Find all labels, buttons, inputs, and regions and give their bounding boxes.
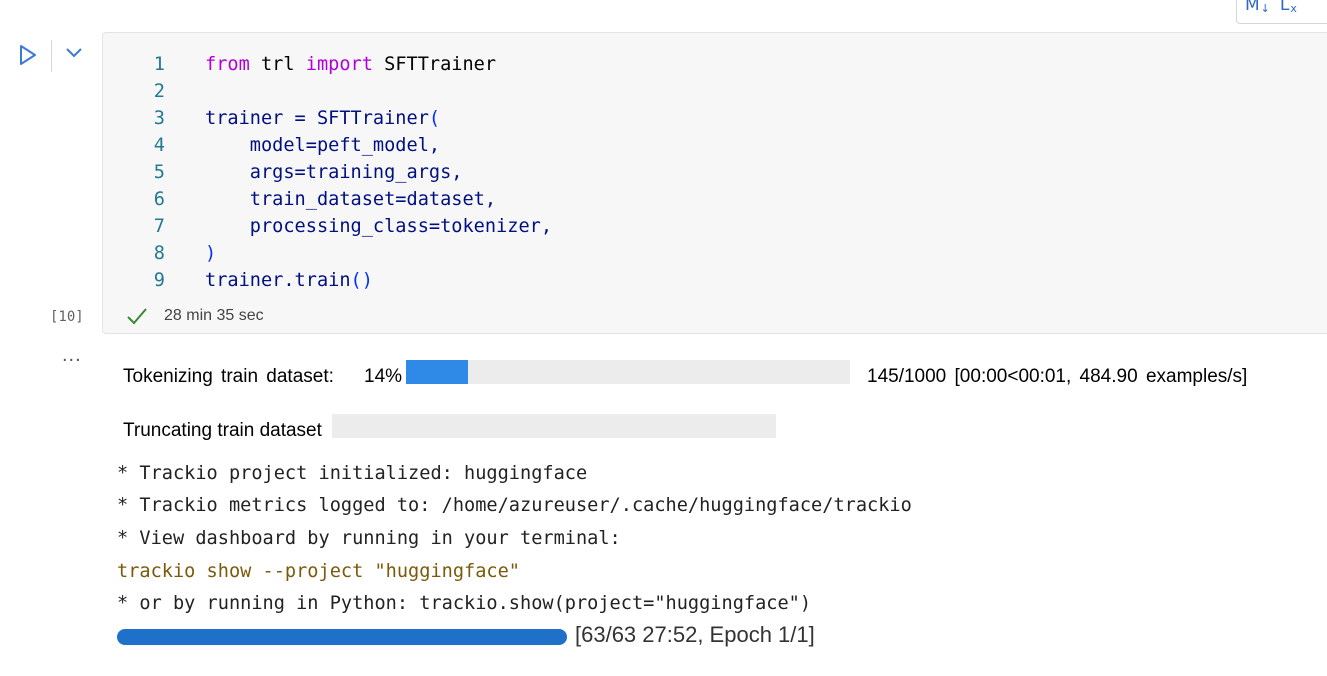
latex-button[interactable]: Lx (1280, 0, 1297, 23)
code-line: 8) (103, 240, 216, 267)
tokenizing-progress-fill (406, 360, 469, 384)
line-number: 4 (153, 135, 165, 156)
gutter-separator (51, 40, 52, 72)
execution-status: 28 min 35 sec (126, 306, 264, 326)
module-name: trl (249, 54, 306, 75)
tokenizing-label: Tokenizing train dataset: (123, 366, 334, 387)
training-progress-fill (117, 629, 567, 645)
keyword-import: import (305, 54, 373, 75)
output-more-icon[interactable]: ... (62, 344, 82, 367)
open-paren: ( (428, 108, 441, 129)
cell-toolbar: M ↓ Lx (1236, 0, 1327, 24)
trackio-command: trackio show --project "huggingface" (117, 561, 520, 582)
run-cell-icon[interactable] (18, 44, 38, 66)
execution-count: [10] (50, 309, 84, 325)
trainer-assignment: trainer = SFTTrainer (205, 108, 429, 129)
code-line: 4 model=peft_model, (103, 132, 440, 159)
arg-processing-class: processing_class=tokenizer, (205, 216, 553, 237)
arg-args: args=training_args, (205, 162, 463, 183)
latex-label: L (1279, 0, 1290, 15)
line-number: 1 (153, 54, 165, 75)
tokenizing-stats: 145/1000 [00:00<00:01, 484.90 examples/s… (867, 366, 1248, 387)
code-line: 1 from trl import SFTTrainer (103, 51, 496, 78)
line-number: 9 (153, 270, 165, 291)
log-line: * View dashboard by running in your term… (117, 528, 621, 549)
line-number: 8 (153, 243, 165, 264)
execution-duration: 28 min 35 sec (164, 307, 264, 324)
log-line: * Trackio project initialized: huggingfa… (117, 463, 588, 484)
line-number: 5 (153, 162, 165, 183)
chevron-down-icon[interactable] (64, 46, 84, 60)
code-line: 2 (103, 78, 205, 105)
tokenizing-progress-track (406, 360, 850, 384)
latex-sub: x (1290, 2, 1297, 15)
code-editor[interactable]: 1 from trl import SFTTrainer 2 3 trainer =… (102, 32, 1327, 334)
markdown-label: M (1245, 0, 1260, 15)
line-number: 2 (153, 81, 165, 102)
imported-class: SFTTrainer (372, 54, 497, 75)
code-line: 3 trainer = SFTTrainer( (103, 105, 440, 132)
keyword-from: from (205, 54, 250, 75)
tokenizing-percent: 14% (364, 366, 403, 387)
line-number: 7 (153, 216, 165, 237)
close-paren: ) (205, 243, 217, 264)
log-line: * Trackio metrics logged to: /home/azure… (117, 495, 912, 516)
log-line: * or by running in Python: trackio.show(… (117, 593, 812, 614)
arg-train-dataset: train_dataset=dataset, (205, 189, 497, 210)
truncating-progress-track (332, 414, 776, 438)
code-line: 9 trainer.train() (103, 267, 373, 294)
code-line: 5 args=training_args, (103, 159, 463, 186)
line-number: 6 (153, 189, 165, 210)
training-progress-label: [63/63 27:52, Epoch 1/1] (575, 622, 815, 647)
truncating-label: Truncating train dataset (123, 420, 322, 441)
markdown-arrow: ↓ (1260, 2, 1270, 15)
check-icon (127, 308, 147, 325)
line-number: 3 (153, 108, 165, 129)
train-call: trainer.train (205, 270, 351, 291)
arg-model: model=peft_model, (205, 135, 441, 156)
call-parens: () (350, 270, 373, 291)
code-line: 6 train_dataset=dataset, (103, 186, 496, 213)
markdown-button[interactable]: M ↓ (1245, 0, 1270, 23)
code-line: 7 processing_class=tokenizer, (103, 213, 552, 240)
